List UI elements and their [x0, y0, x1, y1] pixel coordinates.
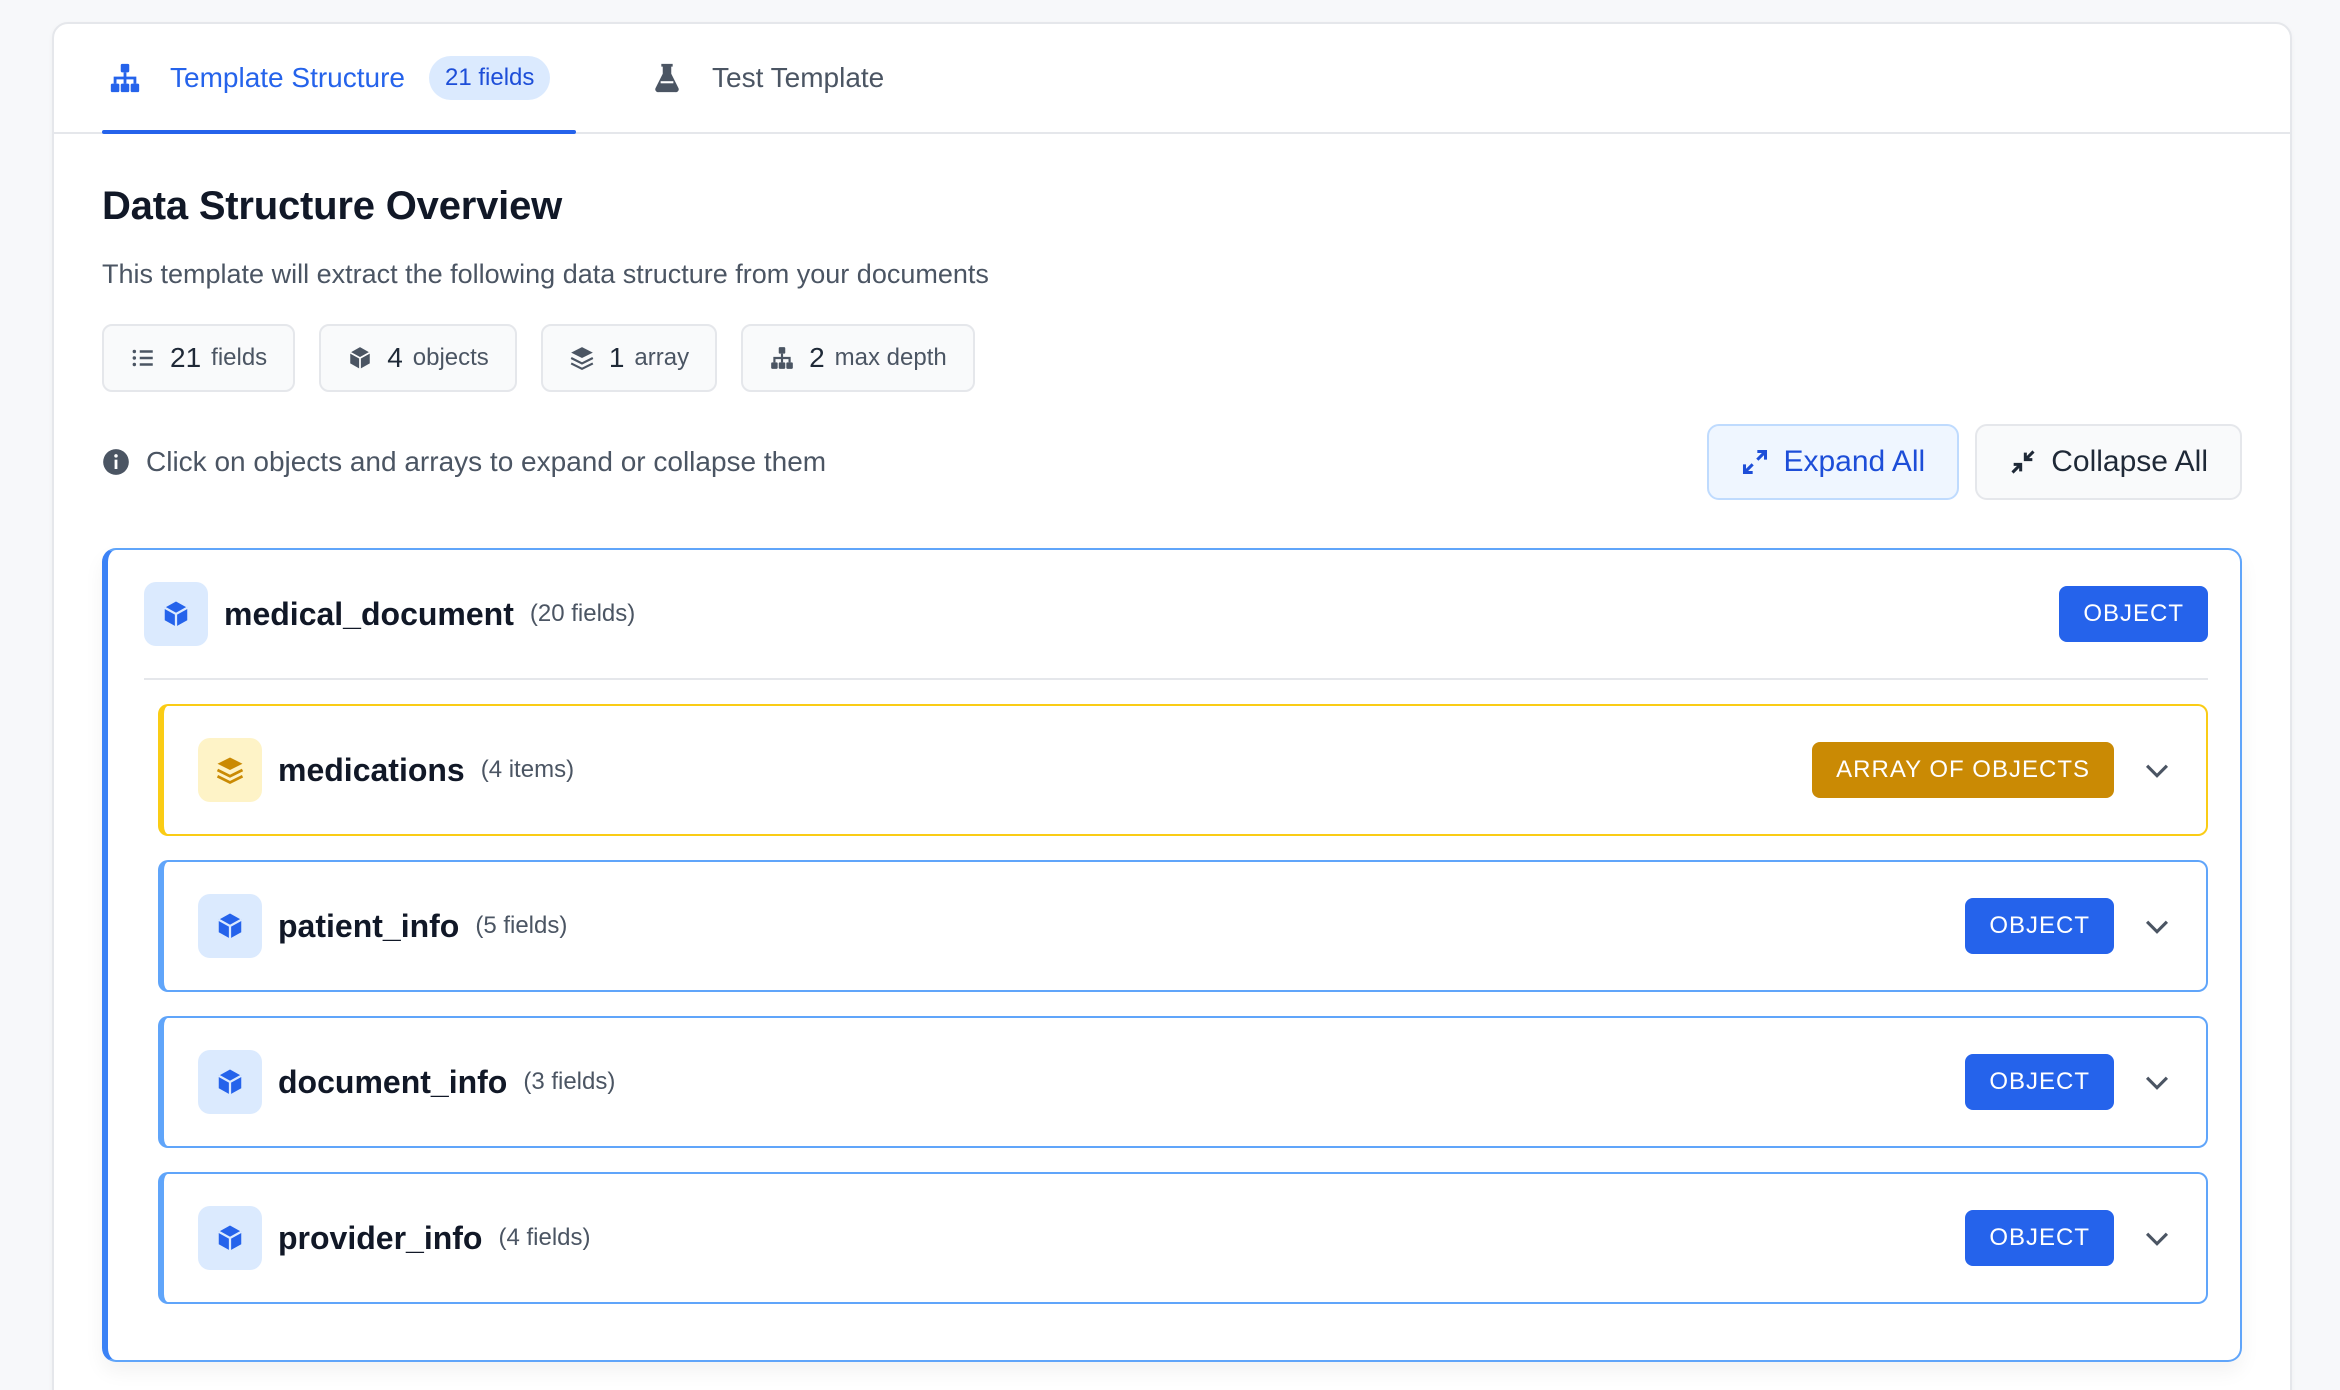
stats-row: 21 fields 4 objects 1 array 2 max depth	[102, 324, 2242, 392]
stat-label: max depth	[834, 344, 947, 371]
page-subtitle: This template will extract the following…	[102, 259, 989, 289]
type-badge: ARRAY OF OBJECTS	[1812, 742, 2114, 798]
node-count: (5 fields)	[475, 912, 568, 939]
stat-value: 1	[608, 342, 625, 373]
type-badge: OBJECT	[1965, 898, 2114, 954]
node-count: (3 fields)	[523, 1068, 616, 1095]
collapse-all-button[interactable]: Collapse All	[1975, 424, 2242, 500]
stat-fields: 21 fields	[102, 324, 296, 392]
stat-label: array	[634, 344, 690, 371]
tree-node-medications[interactable]: medications (4 items) ARRAY OF OBJECTS	[158, 704, 2208, 836]
tab-test-template[interactable]: Test Template	[644, 24, 884, 132]
tree-node-patient-info[interactable]: patient_info (5 fields) OBJECT	[158, 860, 2208, 992]
sitemap-icon	[771, 347, 793, 369]
stat-max-depth: 2 max depth	[741, 324, 975, 392]
root-children: medications (4 items) ARRAY OF OBJECTS p…	[144, 680, 2208, 1304]
type-badge: OBJECT	[1965, 1210, 2114, 1266]
cube-icon	[144, 582, 208, 646]
layers-icon	[570, 347, 594, 371]
list-icon	[132, 349, 153, 367]
expand-all-button[interactable]: Expand All	[1707, 424, 1960, 500]
chevron-down-icon[interactable]	[2140, 1065, 2174, 1099]
fields-count-badge: 21 fields	[429, 56, 551, 100]
chevron-down-icon[interactable]	[2140, 753, 2174, 787]
tree-node-provider-info[interactable]: provider_info (4 fields) OBJECT	[158, 1172, 2208, 1304]
node-name: provider_info	[278, 1219, 483, 1256]
template-card: Template Structure 21 fields Test Templa…	[52, 22, 2292, 1390]
tree-root-medical-document: medical_document (20 fields) OBJECT medi…	[102, 548, 2242, 1362]
tab-bar: Template Structure 21 fields Test Templa…	[54, 24, 2290, 134]
sitemap-icon	[108, 61, 142, 95]
node-count: (20 fields)	[529, 600, 636, 627]
expand-icon	[1743, 449, 1768, 475]
tree-controls: Expand All Collapse All	[1707, 424, 2242, 500]
cube-icon	[198, 1206, 262, 1270]
node-name: medications	[278, 751, 465, 788]
root-node-header[interactable]: medical_document (20 fields) OBJECT	[144, 550, 2208, 680]
node-count: (4 fields)	[498, 1224, 591, 1251]
cube-icon	[198, 894, 262, 958]
tab-template-structure[interactable]: Template Structure 21 fields	[102, 24, 576, 134]
stat-value: 2	[809, 342, 825, 373]
page-title: Data Structure Overview	[102, 184, 563, 228]
info-icon	[103, 449, 129, 475]
node-name: medical_document	[224, 595, 514, 632]
compress-icon	[2011, 450, 2035, 474]
node-name: document_info	[278, 1063, 508, 1100]
stat-objects: 4 objects	[319, 324, 517, 392]
stat-arrays: 1 array	[540, 324, 718, 392]
node-name: patient_info	[278, 907, 460, 944]
chevron-down-icon[interactable]	[2140, 909, 2174, 943]
stat-label: fields	[211, 344, 268, 371]
tab-label: Test Template	[712, 62, 885, 93]
overview-section: Data Structure Overview This template wi…	[54, 134, 2290, 1362]
stat-value: 21	[170, 342, 202, 373]
flask-icon	[650, 61, 684, 95]
tab-label: Template Structure	[170, 62, 405, 93]
cube-icon	[350, 347, 371, 369]
type-badge: OBJECT	[1965, 1054, 2114, 1110]
node-count: (4 items)	[480, 756, 575, 783]
layers-icon	[198, 738, 262, 802]
expand-all-label: Expand All	[1783, 445, 1926, 478]
chevron-down-icon[interactable]	[2140, 1221, 2174, 1255]
stat-label: objects	[412, 344, 489, 371]
hint-row: Click on objects and arrays to expand or…	[102, 424, 2242, 500]
cube-icon	[198, 1050, 262, 1114]
hint-text: Click on objects and arrays to expand or…	[102, 446, 826, 478]
hint-label: Click on objects and arrays to expand or…	[146, 446, 827, 477]
type-badge: OBJECT	[2059, 586, 2208, 642]
tree-node-document-info[interactable]: document_info (3 fields) OBJECT	[158, 1016, 2208, 1148]
collapse-all-label: Collapse All	[2051, 445, 2208, 478]
stat-value: 4	[387, 342, 403, 373]
